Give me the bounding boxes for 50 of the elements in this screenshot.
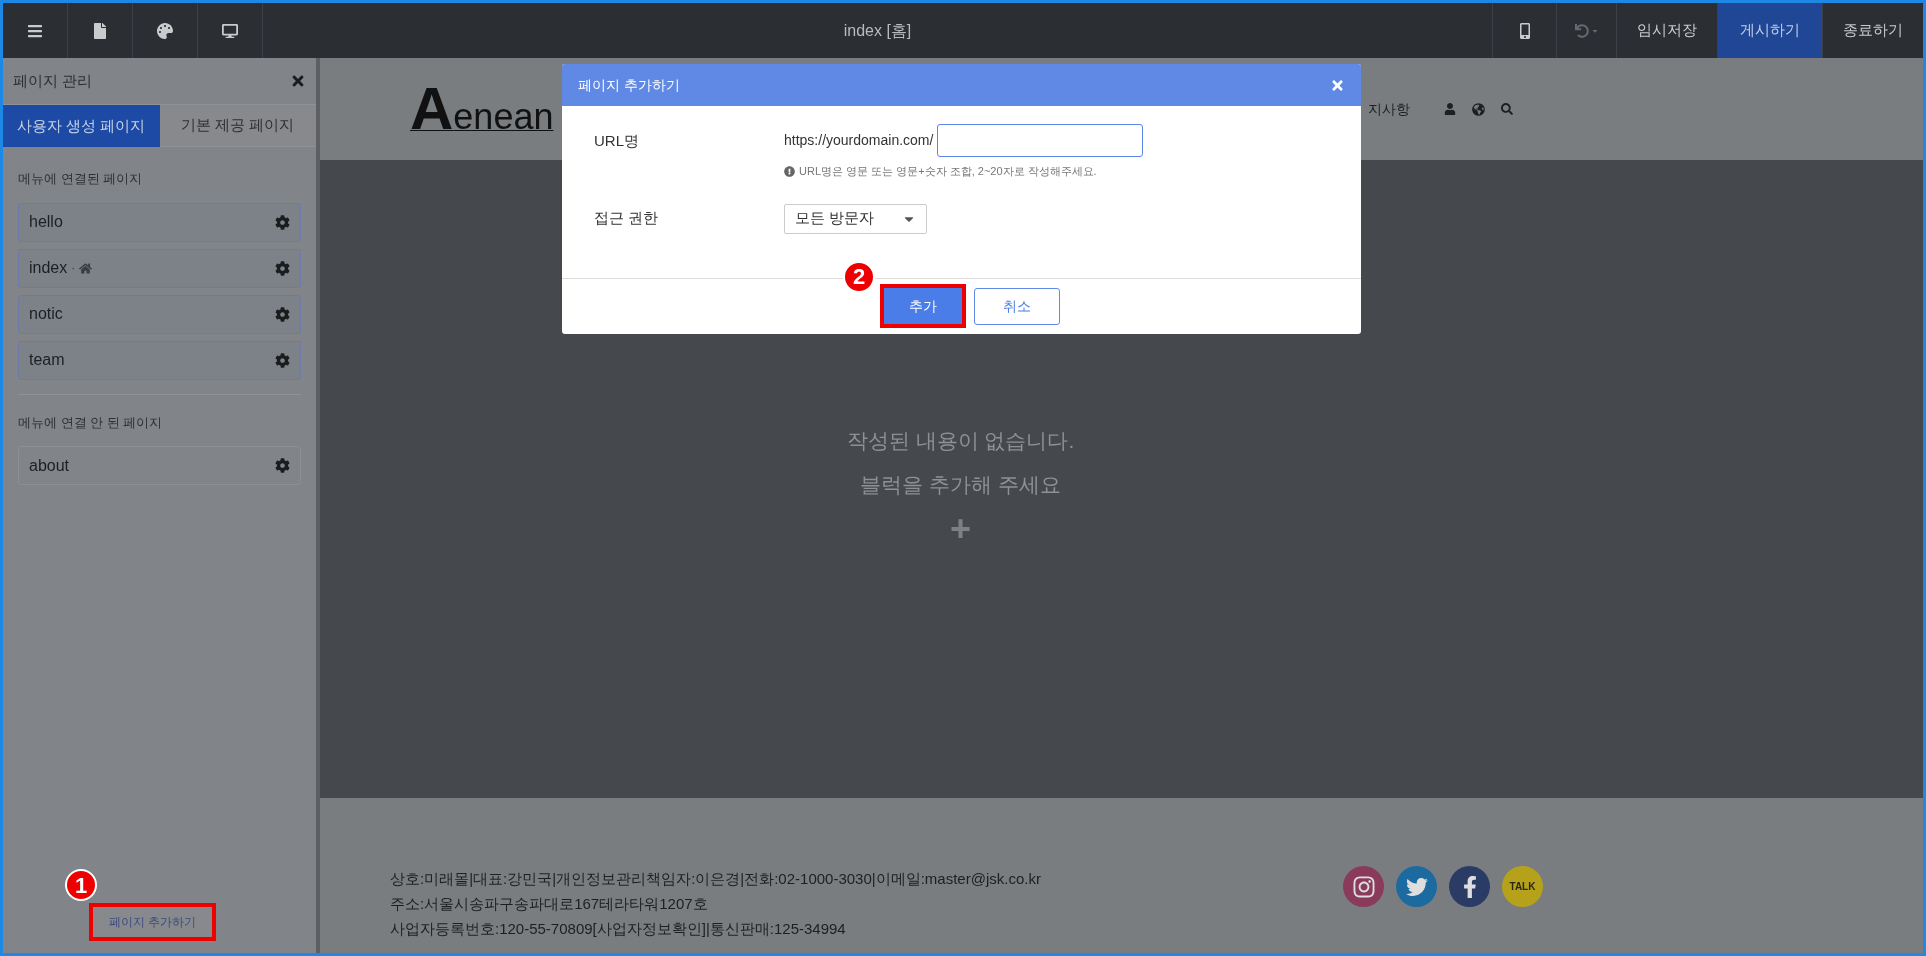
- logo: Aenean: [410, 74, 554, 144]
- url-prefix: https://yourdomain.com/: [784, 131, 934, 150]
- url-input[interactable]: [937, 124, 1144, 157]
- user-icon[interactable]: [1444, 103, 1456, 115]
- settings-icon[interactable]: [275, 306, 290, 322]
- footer-line: 상호:미래몰|대표:강민국|개인정보관리책임자:이은경|전화:02-1000-3030|이메일:master@jsk.co.kr: [390, 869, 1041, 889]
- footer-line: 주소:서울시송파구송파대로167테라타워1207호: [390, 894, 709, 914]
- kakao-talk-icon[interactable]: TALK: [1502, 866, 1543, 907]
- field-label: URL명: [593, 131, 640, 151]
- page-item[interactable]: notic: [18, 294, 301, 334]
- globe-icon[interactable]: [1472, 102, 1485, 116]
- settings-icon[interactable]: [275, 260, 290, 276]
- search-icon[interactable]: [1501, 103, 1513, 115]
- page-name: notic: [29, 304, 63, 324]
- info-icon: [784, 165, 795, 177]
- page-item[interactable]: hello: [18, 202, 301, 242]
- settings-icon[interactable]: [275, 214, 290, 230]
- page-name: team: [29, 350, 65, 370]
- page-item[interactable]: index ·: [18, 248, 301, 288]
- page-title: index [홈]: [842, 20, 913, 41]
- settings-icon[interactable]: [275, 458, 290, 473]
- footer-line: 사업자등록번호:120-55-70809[사업자정보확인]|통신판매:125-34994: [390, 919, 847, 939]
- hint-text: URL명은 영문 또는 영문+숫자 조합, 2~20자로 작성해주세요.: [799, 164, 1097, 179]
- settings-icon[interactable]: [275, 352, 290, 368]
- twitter-icon[interactable]: [1396, 866, 1437, 907]
- page-name: index: [29, 258, 68, 278]
- access-select[interactable]: 모든 방문자: [784, 203, 927, 234]
- dialog-button[interactable]: 취소: [973, 287, 1060, 325]
- empty-message: 블럭을 추가해 주세요: [860, 472, 1061, 498]
- dialog-title: 페이지 추가하기: [578, 75, 680, 95]
- page-item[interactable]: about: [18, 446, 301, 485]
- close-icon[interactable]: [1330, 77, 1345, 93]
- add-block-plus[interactable]: +: [950, 507, 971, 551]
- nav-item[interactable]: 지사항: [1368, 98, 1410, 120]
- page-name: about: [29, 455, 70, 476]
- sidebar-title: 페이지 관리: [13, 70, 93, 91]
- instagram-icon[interactable]: [1343, 866, 1384, 907]
- section-heading: 메뉴에 연결된 페이지: [18, 170, 144, 188]
- sidebar-tab[interactable]: 기본 제공 페이지: [159, 105, 316, 147]
- page-name: hello: [29, 212, 63, 232]
- facebook-icon[interactable]: [1449, 866, 1490, 907]
- empty-message: 작성된 내용이 없습니다.: [846, 428, 1075, 454]
- step-number-badge: 2: [843, 260, 875, 293]
- close-icon[interactable]: [290, 73, 306, 89]
- toolbar-button[interactable]: 게시하기: [1717, 3, 1822, 58]
- page-item[interactable]: team: [18, 340, 301, 380]
- field-label: 접근 권한: [593, 208, 660, 229]
- section-heading: 메뉴에 연결 안 된 페이지: [18, 413, 164, 432]
- sidebar-tab[interactable]: 사용자 생성 페이지: [3, 105, 160, 147]
- step-number-badge: 1: [65, 869, 97, 901]
